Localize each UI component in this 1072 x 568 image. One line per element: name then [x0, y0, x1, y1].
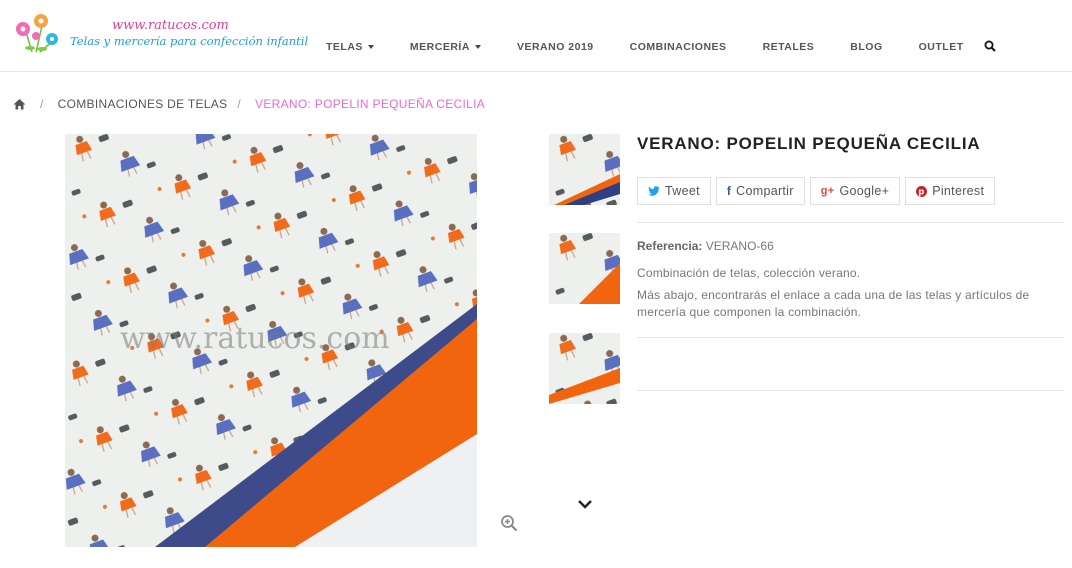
- product-main-image[interactable]: www.ratucos.com: [65, 134, 477, 547]
- nav-label: BLOG: [850, 41, 883, 53]
- pinterest-label: Pinterest: [932, 184, 985, 198]
- divider: [637, 337, 1064, 338]
- fabric-photo: www.ratucos.com: [65, 134, 477, 547]
- tweet-label: Tweet: [665, 184, 700, 198]
- svg-text:p: p: [919, 187, 925, 196]
- nav-item-retales[interactable]: RETALES: [763, 38, 815, 56]
- thumbnail-image: [549, 233, 620, 304]
- tweet-button[interactable]: Tweet: [637, 177, 711, 205]
- breadcrumb-separator: /: [40, 97, 44, 111]
- google-label: Google+: [839, 184, 890, 198]
- product-description: Combinación de telas, colección verano. …: [637, 265, 1064, 326]
- description-line: Más abajo, encontrarás el enlace a cada …: [637, 288, 1030, 319]
- logo-tagline: Telas y mercería para confección infanti…: [70, 34, 309, 48]
- google-plus-button[interactable]: g+ Google+: [809, 177, 901, 205]
- nav-label: TELAS: [326, 41, 363, 53]
- nav-item-combinaciones[interactable]: COMBINACIONES: [630, 38, 727, 56]
- facebook-icon: f: [726, 184, 732, 198]
- google-plus-icon: g+: [820, 185, 835, 197]
- description-line: Combinación de telas, colección verano.: [637, 266, 861, 280]
- nav-label: OUTLET: [918, 41, 964, 53]
- nav-label: RETALES: [762, 41, 815, 53]
- divider: [637, 222, 1064, 223]
- pinterest-button[interactable]: p Pinterest: [905, 177, 996, 205]
- nav-label: MERCERÍA: [409, 41, 470, 53]
- main-nav: TELAS MERCERÍA VERANO 2019 COMBINACIONES…: [326, 38, 1000, 56]
- image-watermark: www.ratucos.com: [120, 321, 390, 356]
- site-logo[interactable]: www.ratucos.com Telas y mercería para co…: [12, 10, 308, 60]
- caret-down-icon: [367, 45, 374, 49]
- zoom-in-icon[interactable]: [500, 514, 518, 532]
- product-thumbnail[interactable]: [549, 333, 620, 404]
- product-reference: Referencia: VERANO-66: [637, 239, 774, 253]
- thumbnail-image: [549, 333, 620, 404]
- product-thumbnail[interactable]: [549, 134, 620, 205]
- thumbnail-image: [549, 134, 620, 205]
- reference-label: Referencia:: [637, 239, 703, 253]
- nav-item-verano-2019[interactable]: VERANO 2019: [517, 38, 594, 56]
- breadcrumb: / COMBINACIONES DE TELAS / VERANO: POPEL…: [13, 95, 485, 113]
- facebook-label: Compartir: [736, 184, 794, 198]
- nav-label: VERANO 2019: [516, 41, 594, 53]
- product-thumbnail[interactable]: [549, 233, 620, 304]
- home-icon[interactable]: [13, 98, 26, 110]
- twitter-icon: [648, 185, 660, 196]
- site-header: www.ratucos.com Telas y mercería para co…: [0, 0, 1072, 72]
- flowers-logo-icon: [16, 14, 58, 53]
- nav-item-blog[interactable]: BLOG: [850, 38, 882, 56]
- share-buttons: Tweet f Compartir g+ Google+ p Pinterest: [637, 177, 1000, 205]
- pinterest-icon: p: [916, 185, 928, 197]
- search-icon[interactable]: [984, 40, 996, 52]
- divider: [637, 390, 1064, 391]
- breadcrumb-current: VERANO: POPELIN PEQUEÑA CECILIA: [255, 97, 486, 111]
- nav-item-telas[interactable]: TELAS: [326, 38, 374, 56]
- chevron-down-icon[interactable]: [577, 498, 593, 510]
- product-title: VERANO: POPELIN PEQUEÑA CECILIA: [637, 134, 981, 153]
- breadcrumb-category[interactable]: COMBINACIONES DE TELAS: [58, 97, 228, 111]
- nav-label: COMBINACIONES: [629, 41, 727, 53]
- breadcrumb-separator: /: [237, 97, 242, 111]
- facebook-share-button[interactable]: f Compartir: [715, 177, 805, 205]
- caret-down-icon: [474, 45, 481, 49]
- logo-site-url: www.ratucos.com: [112, 18, 229, 33]
- nav-item-outlet[interactable]: OUTLET: [919, 38, 964, 56]
- nav-item-merceria[interactable]: MERCERÍA: [410, 38, 481, 56]
- reference-value: VERANO-66: [705, 239, 774, 253]
